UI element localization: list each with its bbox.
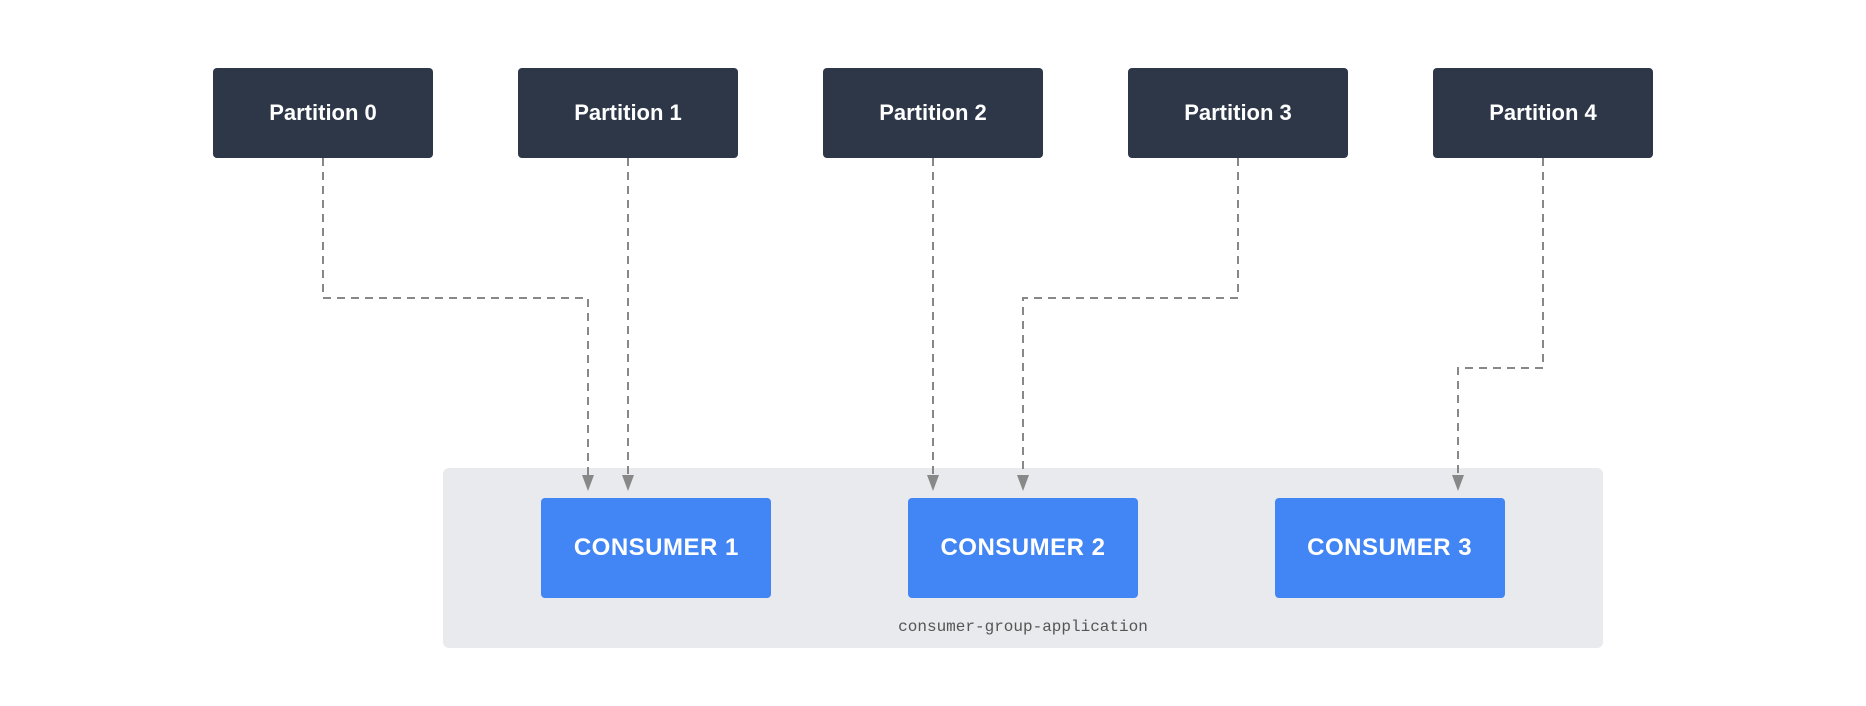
consumer-2: CONSUMER 2 (908, 498, 1138, 598)
consumer-group-label: consumer-group-application (443, 618, 1603, 636)
partition-2: Partition 2 (823, 68, 1043, 158)
diagram: Partition 0 Partition 1 Partition 2 Part… (183, 28, 1683, 678)
consumer-1: CONSUMER 1 (541, 498, 771, 598)
partitions-row: Partition 0 Partition 1 Partition 2 Part… (183, 68, 1683, 158)
arrow-p0-c1 (323, 158, 588, 483)
arrow-p3-c2 (1023, 158, 1238, 483)
partition-4: Partition 4 (1433, 68, 1653, 158)
arrow-p4-c3 (1458, 158, 1543, 483)
partition-0: Partition 0 (213, 68, 433, 158)
consumer-group: CONSUMER 1 CONSUMER 2 CONSUMER 3 consume… (443, 468, 1603, 648)
consumer-3: CONSUMER 3 (1275, 498, 1505, 598)
partition-1: Partition 1 (518, 68, 738, 158)
partition-3: Partition 3 (1128, 68, 1348, 158)
